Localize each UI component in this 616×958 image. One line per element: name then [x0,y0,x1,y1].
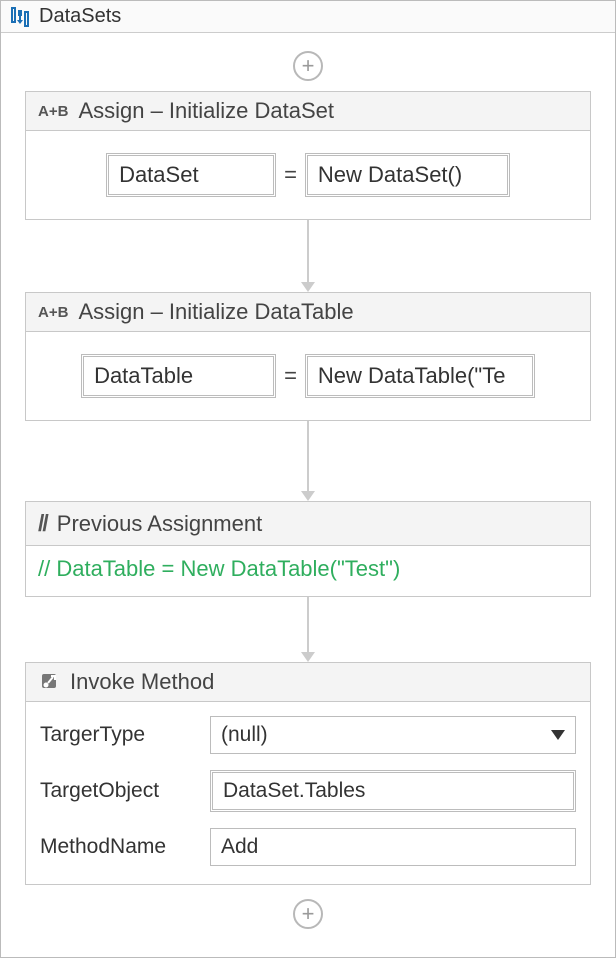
flow-arrow [301,597,315,662]
target-type-value: (null) [221,723,268,747]
assign-icon: A+B [38,103,68,120]
method-name-input[interactable]: Add [210,828,576,866]
assign-value: New DataSet() [318,162,462,187]
activity-title: Previous Assignment [57,511,262,537]
sequence-container: DataSets + A+B Assign – Initialize DataS… [0,0,616,958]
assign-to-input[interactable]: DataSet [106,153,276,197]
activity-header[interactable]: // Previous Assignment [26,502,590,546]
activity-header[interactable]: Invoke Method [26,663,590,702]
plus-icon: + [302,903,315,925]
activity-title: Assign – Initialize DataSet [78,98,334,124]
assign-to-value: DataSet [119,162,199,187]
plus-icon: + [302,55,315,77]
comment-text[interactable]: // DataTable = New DataTable("Test") [26,546,590,596]
comment-icon: // [38,510,47,537]
activity-title: Invoke Method [70,669,214,695]
invoke-method-activity[interactable]: Invoke Method TargerType (null) TargetOb… [25,662,591,885]
sequence-header[interactable]: DataSets [1,1,615,33]
activity-title: Assign – Initialize DataTable [78,299,353,325]
activity-body: DataTable = New DataTable("Te [26,332,590,420]
assign-value-input[interactable]: New DataTable("Te [305,354,535,398]
flow-arrow [301,421,315,501]
assign-initialize-dataset[interactable]: A+B Assign – Initialize DataSet DataSet … [25,91,591,220]
assign-icon: A+B [38,304,68,321]
target-object-label: TargetObject [40,779,200,803]
chevron-down-icon [551,730,565,740]
add-activity-bottom-button[interactable]: + [293,899,323,929]
target-type-dropdown[interactable]: (null) [210,716,576,754]
activity-body: DataSet = New DataSet() [26,131,590,219]
assign-initialize-datatable[interactable]: A+B Assign – Initialize DataTable DataTa… [25,292,591,421]
comment-activity[interactable]: // Previous Assignment // DataTable = Ne… [25,501,591,597]
activity-body: TargerType (null) TargetObject DataSet.T… [26,702,590,884]
sequence-body: + A+B Assign – Initialize DataSet DataSe… [1,33,615,957]
sequence-icon [9,6,31,28]
target-object-input[interactable]: DataSet.Tables [210,770,576,812]
assign-to-value: DataTable [94,363,193,388]
add-activity-top-button[interactable]: + [293,51,323,81]
assign-to-input[interactable]: DataTable [81,354,276,398]
activity-header[interactable]: A+B Assign – Initialize DataTable [26,293,590,332]
equals-sign: = [282,363,299,389]
target-type-label: TargerType [40,723,200,747]
equals-sign: = [282,162,299,188]
method-name-value: Add [221,835,258,858]
target-object-value: DataSet.Tables [223,779,365,802]
sequence-title: DataSets [39,5,121,28]
flow-arrow [301,220,315,292]
activity-header[interactable]: A+B Assign – Initialize DataSet [26,92,590,131]
assign-value: New DataTable("Te [318,363,506,388]
invoke-method-icon [38,671,60,693]
method-name-label: MethodName [40,835,200,859]
assign-value-input[interactable]: New DataSet() [305,153,510,197]
